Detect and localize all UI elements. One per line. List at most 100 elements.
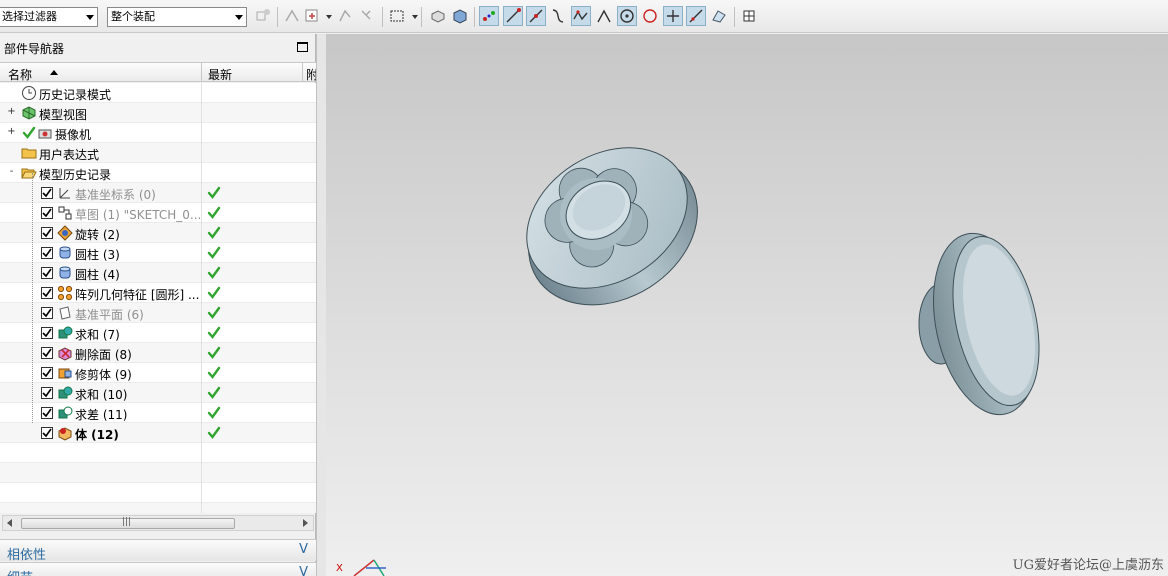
column-extra[interactable]: 附 xyxy=(306,66,316,83)
expand-icon[interactable]: + xyxy=(7,127,16,137)
part-flower-disc[interactable] xyxy=(501,119,726,335)
pane-splitter[interactable] xyxy=(316,34,326,576)
expand-icon[interactable]: + xyxy=(7,107,16,117)
suppress-checkbox[interactable] xyxy=(41,387,53,399)
tree-row-label: 基准坐标系 (0) xyxy=(75,188,156,202)
tree-row[interactable]: + 模型视图 xyxy=(0,103,316,123)
tree-row-label: 求和 (10) xyxy=(75,388,128,402)
point-filter-icon[interactable] xyxy=(302,6,322,26)
point-icon[interactable] xyxy=(282,6,302,26)
filter-combo[interactable]: 选择过滤器 xyxy=(0,7,98,27)
cross-icon[interactable] xyxy=(663,6,683,26)
tree-row-label: 阵列几何特征 [圆形] ... xyxy=(75,288,200,302)
tree-row[interactable]: 旋转 (2) xyxy=(0,223,316,243)
snap-icon[interactable] xyxy=(253,6,273,26)
suppress-checkbox[interactable] xyxy=(41,327,53,339)
tree-row-label: 求差 (11) xyxy=(75,408,128,422)
empty-row xyxy=(0,483,316,503)
suppress-checkbox[interactable] xyxy=(41,207,53,219)
tree-row[interactable]: 历史记录模式 xyxy=(0,83,316,103)
empty-row xyxy=(0,463,316,483)
maximize-icon[interactable] xyxy=(297,42,308,52)
tree-row-label: 删除面 (8) xyxy=(75,348,132,362)
line-icon[interactable] xyxy=(503,6,523,26)
line-2-icon[interactable] xyxy=(526,6,546,26)
suppress-checkbox[interactable] xyxy=(41,287,53,299)
latest-check-icon xyxy=(207,406,221,420)
tree-row-label: 圆柱 (3) xyxy=(75,248,120,262)
suppress-checkbox[interactable] xyxy=(41,247,53,259)
tree-row[interactable]: 删除面 (8) xyxy=(0,343,316,363)
watermark: UG爱好者论坛@上虞沥东 xyxy=(1012,558,1164,573)
cylinder-icon xyxy=(57,245,73,261)
part-navigator: 部件导航器 名称 最新 附 历史记录模式 + 模型视图 + 摄像机 用户表达式 - 模型历史记… xyxy=(0,34,316,576)
circle-icon[interactable] xyxy=(640,6,660,26)
tree-row[interactable]: 基准坐标系 (0) xyxy=(0,183,316,203)
folder-open-icon xyxy=(21,165,37,181)
suppress-checkbox[interactable] xyxy=(41,267,53,279)
tree-row[interactable]: 求差 (11) xyxy=(0,403,316,423)
curve-icon[interactable] xyxy=(548,6,568,26)
tree-row[interactable]: 求和 (10) xyxy=(0,383,316,403)
unite-icon xyxy=(57,385,73,401)
tree-row-label: 草图 (1) "SKETCH_0... xyxy=(75,208,200,222)
solid-icon[interactable] xyxy=(450,6,470,26)
tree-row[interactable]: 求和 (7) xyxy=(0,323,316,343)
cut-icon[interactable] xyxy=(357,6,377,26)
collapse-icon[interactable]: - xyxy=(7,167,16,177)
tree-row[interactable]: 圆柱 (4) xyxy=(0,263,316,283)
navigator-tree: 历史记录模式 + 模型视图 + 摄像机 用户表达式 - 模型历史记录 基准坐标系 (0) 草图 (… xyxy=(0,83,316,513)
scroll-thumb[interactable]: ||| xyxy=(21,517,235,529)
tree-row[interactable]: 体 (12) xyxy=(0,423,316,443)
ug-nx-window: 选择过滤器 整个装配 部件导航器 名称 最新 附 历史记录模式 + 模型视图 +… xyxy=(0,0,1168,576)
tree-row-label: 求和 (7) xyxy=(75,328,120,342)
suppress-checkbox[interactable] xyxy=(41,187,53,199)
section-icon[interactable] xyxy=(335,6,355,26)
column-latest[interactable]: 最新 xyxy=(208,66,232,83)
details-label: 细节 xyxy=(7,567,33,576)
chevron-down-icon xyxy=(86,15,94,20)
box-select-icon[interactable] xyxy=(387,6,407,26)
part-cap[interactable] xyxy=(918,224,1054,425)
tree-row[interactable]: + 摄像机 xyxy=(0,123,316,143)
circle-center-icon[interactable] xyxy=(617,6,637,26)
tree-row[interactable]: 基准平面 (6) xyxy=(0,303,316,323)
model-views-icon xyxy=(21,105,37,121)
chevron-down-icon xyxy=(235,15,243,20)
body-icon xyxy=(57,425,73,441)
dependencies-panel[interactable]: 相依性 V xyxy=(0,539,316,563)
tree-row-label: 历史记录模式 xyxy=(39,88,112,102)
suppress-checkbox[interactable] xyxy=(41,427,53,439)
scroll-right-icon[interactable] xyxy=(303,519,308,527)
assembly-scope-combo[interactable]: 整个装配 xyxy=(107,7,247,27)
sort-ascending-icon xyxy=(50,70,58,75)
tree-row-label: 修剪体 (9) xyxy=(75,368,132,382)
tree-row[interactable]: 草图 (1) "SKETCH_0... xyxy=(0,203,316,223)
shaded-icon[interactable] xyxy=(428,6,448,26)
tree-row[interactable]: 阵列几何特征 [圆形] ... xyxy=(0,283,316,303)
tree-row[interactable]: 圆柱 (3) xyxy=(0,243,316,263)
suppress-checkbox[interactable] xyxy=(41,347,53,359)
tree-row[interactable]: - 模型历史记录 xyxy=(0,163,316,183)
latest-check-icon xyxy=(207,426,221,440)
suppress-checkbox[interactable] xyxy=(41,307,53,319)
endpoint-icon[interactable] xyxy=(479,6,499,26)
horizontal-scrollbar[interactable]: ||| xyxy=(2,515,314,531)
scroll-left-icon[interactable] xyxy=(7,519,12,527)
latest-check-icon xyxy=(207,366,221,380)
suppress-checkbox[interactable] xyxy=(41,407,53,419)
visible-check-icon[interactable] xyxy=(22,126,36,140)
grid-icon[interactable] xyxy=(739,6,759,26)
tree-row[interactable]: 用户表达式 xyxy=(0,143,316,163)
spline-icon[interactable] xyxy=(571,6,591,26)
suppress-checkbox[interactable] xyxy=(41,227,53,239)
tree-row-label: 摄像机 xyxy=(55,128,92,142)
details-panel[interactable]: 细节 V xyxy=(0,562,316,576)
arc-icon[interactable] xyxy=(594,6,614,26)
tangent-icon[interactable] xyxy=(686,6,706,26)
tree-row[interactable]: 修剪体 (9) xyxy=(0,363,316,383)
column-name[interactable]: 名称 xyxy=(8,66,32,83)
graphics-viewport[interactable]: X UG爱好者论坛@上虞沥东 xyxy=(326,34,1168,576)
quadrant-icon[interactable] xyxy=(709,6,729,26)
suppress-checkbox[interactable] xyxy=(41,367,53,379)
